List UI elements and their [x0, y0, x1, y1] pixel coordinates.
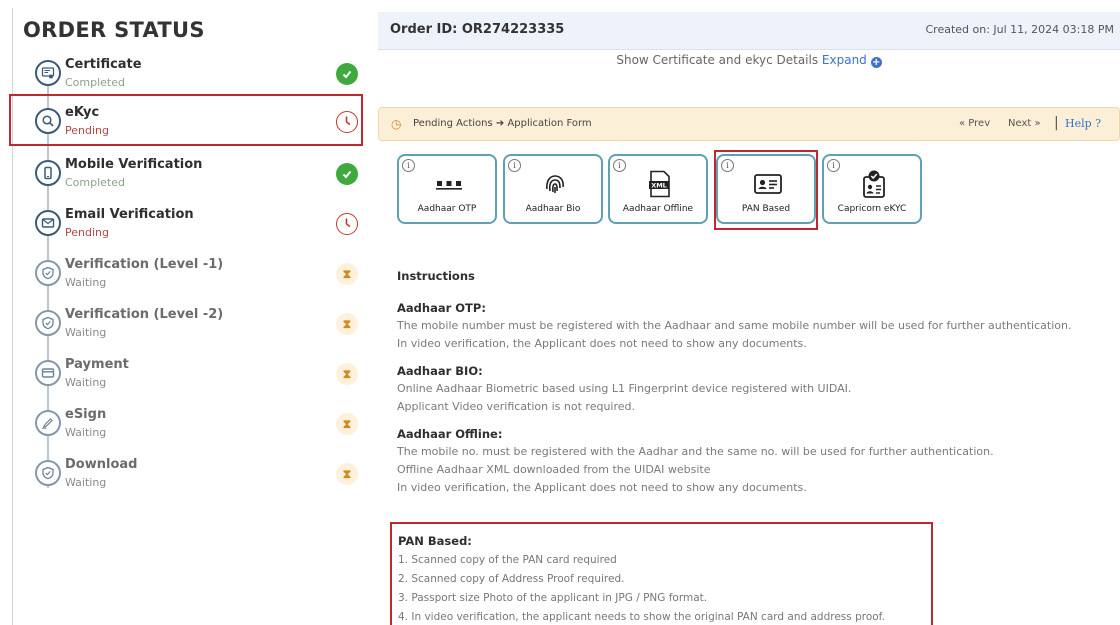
verified-id-icon [859, 170, 889, 198]
instruction-line: 4. In video verification, the applicant … [398, 611, 885, 623]
step-status-text: Waiting [65, 476, 107, 489]
instruction-title: PAN Based: [398, 534, 472, 548]
step-status-text: Completed [65, 176, 125, 189]
order-header-bar: Order ID: OR274223335 Created on: Jul 11… [378, 12, 1120, 50]
instruction-line: Applicant Video verification is not requ… [397, 400, 636, 413]
hourglass-icon: ⧗ [336, 463, 358, 485]
order-detail-panel: Order ID: OR274223335 Created on: Jul 11… [378, 12, 1120, 625]
check-icon [336, 163, 358, 185]
instructions-section: Instructions Aadhaar OTP: The mobile num… [397, 267, 1120, 497]
method-aadhaar-bio[interactable]: i Aadhaar Bio [503, 154, 603, 224]
shield-icon [35, 260, 61, 286]
method-aadhaar-offline[interactable]: i XML Aadhaar Offline [608, 154, 708, 224]
step-status-text: Completed [65, 76, 125, 89]
step-download[interactable]: Download Waiting ⧗ [13, 452, 365, 502]
info-icon[interactable]: i [402, 159, 415, 172]
step-status-text: Waiting [65, 326, 107, 339]
next-button[interactable]: Next » [1008, 118, 1041, 129]
pending-actions-text: Pending Actions ➔ Application Form [413, 118, 592, 129]
instruction-line: 3. Passport size Photo of the applicant … [398, 592, 708, 604]
details-expand-row: Show Certificate and ekyc Details Expand… [378, 53, 1120, 68]
shield-icon [35, 310, 61, 336]
fingerprint-icon [540, 170, 570, 198]
step-verification-level-2[interactable]: Verification (Level -2) Waiting ⧗ [13, 302, 365, 352]
method-label: Aadhaar Offline [622, 204, 694, 214]
nav-divider: | [1054, 115, 1059, 131]
step-status-text: Waiting [65, 376, 107, 389]
instruction-line: Online Aadhaar Biometric based using L1 … [397, 382, 852, 395]
hourglass-icon: ⧗ [336, 363, 358, 385]
method-aadhaar-otp[interactable]: i Aadhaar OTP [397, 154, 497, 224]
step-status-text: Waiting [65, 426, 107, 439]
instruction-title: Aadhaar Offline: [397, 427, 503, 441]
hourglass-icon: ⧗ [336, 413, 358, 435]
svg-text:XML: XML [651, 182, 667, 190]
step-title: Verification (Level -1) [65, 257, 224, 272]
step-title: eSign [65, 407, 107, 422]
step-verification-level-1[interactable]: Verification (Level -1) Waiting ⧗ [13, 252, 365, 302]
pending-actions-bar: ◷ Pending Actions ➔ Application Form « P… [378, 107, 1120, 141]
instruction-title: Aadhaar BIO: [397, 364, 483, 378]
created-on: Created on: Jul 11, 2024 03:18 PM [925, 23, 1114, 36]
instruction-line: 2. Scanned copy of Address Proof require… [398, 573, 625, 585]
clock-icon: ◷ [391, 117, 402, 131]
clock-icon [336, 213, 358, 235]
details-text: Show Certificate and ekyc Details [616, 53, 819, 67]
pan-based-instructions: PAN Based: 1. Scanned copy of the PAN ca… [390, 522, 933, 625]
instructions-heading: Instructions [397, 269, 475, 283]
mail-icon [35, 210, 61, 236]
prev-button[interactable]: « Prev [959, 118, 990, 129]
xml-file-icon: XML [645, 170, 675, 198]
step-title: Payment [65, 357, 129, 372]
instruction-line: In video verification, the Applicant doe… [397, 337, 807, 350]
dots-icon [434, 170, 464, 198]
method-label: Aadhaar OTP [417, 204, 477, 214]
step-title: Download [65, 457, 138, 472]
step-status-text: Pending [65, 226, 109, 239]
plus-circle-icon[interactable]: + [870, 57, 882, 68]
card-icon [35, 360, 61, 386]
step-title: Verification (Level -2) [65, 307, 224, 322]
step-title: Certificate [65, 57, 142, 72]
instruction-line: In video verification, the Applicant doe… [397, 481, 807, 494]
step-title: Email Verification [65, 207, 194, 222]
step-mobile-verification[interactable]: Mobile Verification Completed [13, 152, 365, 202]
info-icon[interactable]: i [613, 159, 626, 172]
expand-link[interactable]: Expand [822, 53, 867, 67]
method-label: Capricorn eKYC [837, 204, 907, 214]
method-capricorn-ekyc[interactable]: i Capricorn eKYC [822, 154, 922, 224]
instruction-line: 1. Scanned copy of the PAN card required [398, 554, 617, 566]
certificate-icon [35, 60, 61, 86]
instruction-title: Aadhaar OTP: [397, 301, 486, 315]
step-payment[interactable]: Payment Waiting ⧗ [13, 352, 365, 402]
pan-highlight-box [714, 150, 818, 230]
instruction-line: The mobile no. must be registered with t… [397, 445, 994, 458]
ekyc-highlight-box [9, 94, 363, 146]
order-status-panel: ORDER STATUS Certificate Completed eKyc … [9, 8, 365, 625]
check-icon [336, 63, 358, 85]
hourglass-icon: ⧗ [336, 313, 358, 335]
hourglass-icon: ⧗ [336, 263, 358, 285]
step-email-verification[interactable]: Email Verification Pending [13, 202, 365, 252]
step-title: Mobile Verification [65, 157, 203, 172]
order-status-title: ORDER STATUS [23, 18, 205, 42]
info-icon[interactable]: i [827, 159, 840, 172]
order-id: Order ID: OR274223335 [390, 22, 565, 37]
instruction-line: The mobile number must be registered wit… [397, 319, 1072, 332]
pen-icon [35, 410, 61, 436]
step-esign[interactable]: eSign Waiting ⧗ [13, 402, 365, 452]
mobile-icon [35, 160, 61, 186]
help-link[interactable]: Help ? [1065, 117, 1101, 130]
shield-icon [35, 460, 61, 486]
info-icon[interactable]: i [508, 159, 521, 172]
method-label: Aadhaar Bio [525, 204, 581, 214]
step-status-text: Waiting [65, 276, 107, 289]
instruction-line: Offline Aadhaar XML downloaded from the … [397, 463, 711, 476]
